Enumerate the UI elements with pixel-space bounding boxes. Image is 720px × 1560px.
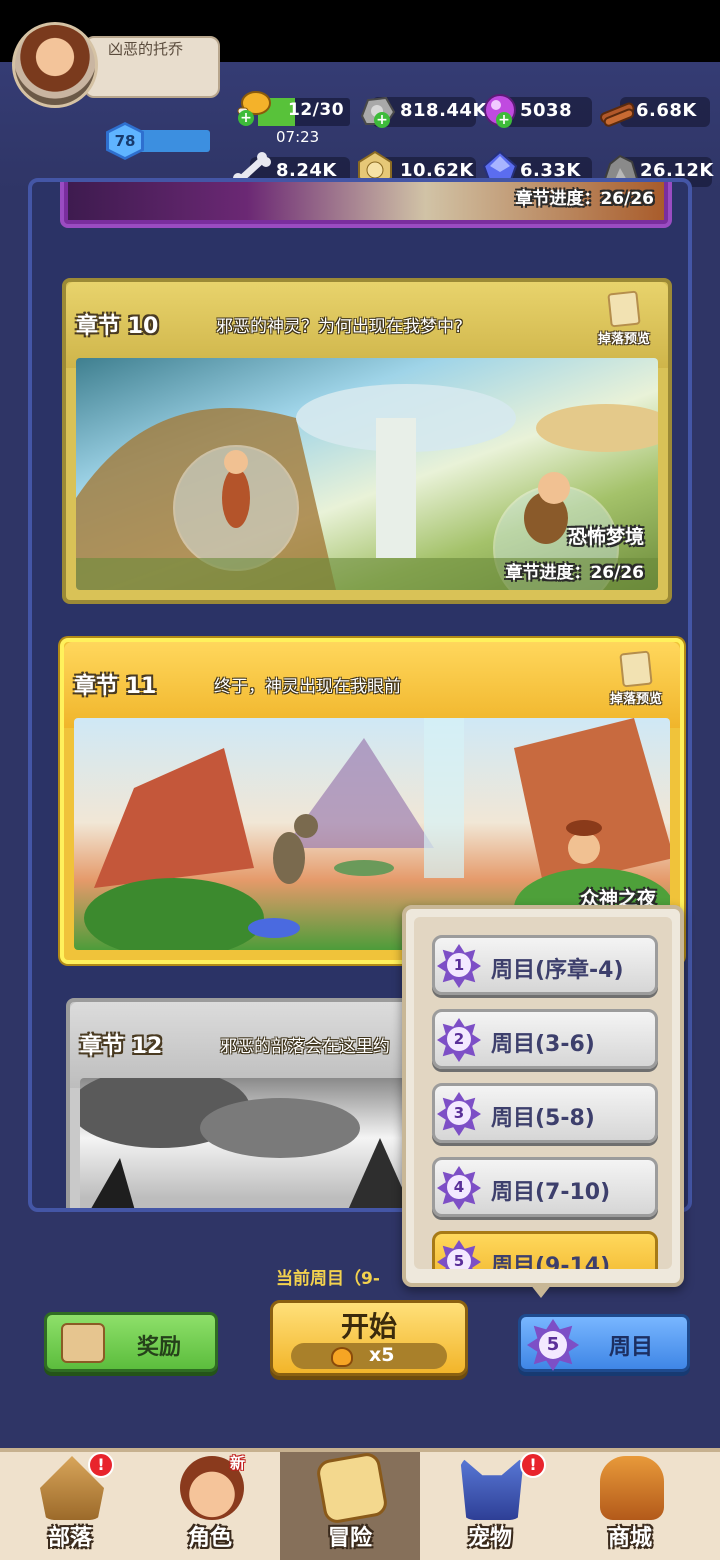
cycle-option-number: 2	[447, 1027, 471, 1051]
nav-label: 宠物	[467, 1526, 512, 1551]
chapter-card-prev[interactable]: 章节进度：26/26	[60, 182, 672, 228]
alert-badge: !	[520, 1452, 546, 1478]
add-stone-icon[interactable]: +	[374, 112, 390, 128]
nav-shop[interactable]: 商城	[560, 1452, 700, 1560]
cycle-dropdown-list[interactable]: 1 周目(序章-4) 2 周目(3-6) 3 周目(5-8) 4 周目(7-10…	[414, 917, 672, 1269]
reward-button[interactable]: 奖励	[44, 1312, 218, 1372]
cycle-option-label: 周目(序章-4)	[491, 958, 624, 983]
meat-icon	[331, 1347, 353, 1367]
wood-icon	[598, 94, 638, 128]
player-avatar[interactable]	[12, 22, 98, 108]
nav-label: 商城	[607, 1526, 652, 1551]
drop-preview-button[interactable]: 掉落预览	[590, 290, 658, 352]
chapter-progress: 章节进度：26/26	[515, 189, 654, 209]
drop-preview-label: 掉落预览	[597, 332, 650, 347]
drop-preview-button[interactable]: 掉落预览	[602, 650, 670, 712]
shop-bag-icon	[600, 1456, 664, 1520]
reward-chest-icon	[61, 1323, 105, 1363]
nav-pet[interactable]: ! 宠物	[420, 1452, 560, 1560]
scroll-icon	[607, 290, 641, 328]
cycle-option-label: 周目(7-10)	[491, 1180, 611, 1205]
nav-label: 冒险	[327, 1526, 372, 1551]
scroll-icon	[619, 650, 653, 688]
chapter-title: 邪恶的神灵？为何出现在我梦中?	[216, 317, 464, 337]
cycle-option-5[interactable]: 5 周目(9-14)	[432, 1231, 658, 1269]
treasure-map-icon	[314, 1450, 390, 1526]
cycle-option-4[interactable]: 4 周目(7-10)	[432, 1157, 658, 1217]
cycle-option-1[interactable]: 1 周目(序章-4)	[432, 935, 658, 995]
cycle-option-number: 3	[447, 1101, 471, 1125]
add-stamina-icon[interactable]: +	[238, 110, 254, 126]
new-badge: 新	[230, 1454, 246, 1472]
chapter-progress: 章节进度：26/26	[505, 563, 644, 583]
stone-value: 818.44K	[400, 100, 487, 121]
cycle-number: 5	[539, 1331, 567, 1359]
cycle-option-number: 1	[447, 953, 471, 977]
start-button[interactable]: 开始 x5	[270, 1300, 468, 1376]
cycle-dropdown: 1 周目(序章-4) 2 周目(3-6) 3 周目(5-8) 4 周目(7-10…	[402, 905, 684, 1287]
add-gem-icon[interactable]: +	[496, 112, 512, 128]
nav-label: 角色	[187, 1526, 232, 1551]
cycle-button-label: 周目	[609, 1335, 654, 1360]
stamina-timer: 07:23	[276, 128, 320, 146]
bottom-nav: ! 部落 新 角色 冒险 ! 宠物 商城	[0, 1448, 720, 1560]
nav-character[interactable]: 新 角色	[140, 1452, 280, 1560]
wood-value: 6.68K	[636, 100, 697, 121]
chapter-title: 邪恶的部落会在这里约	[220, 1037, 390, 1057]
nav-adventure[interactable]: 冒险	[280, 1450, 420, 1560]
nav-label: 部落	[47, 1526, 92, 1551]
chapter-card-10[interactable]: 章节 10 邪恶的神灵？为何出现在我梦中? 掉落预览 恐怖梦境 章节进度：26/…	[62, 278, 672, 604]
cycle-option-label: 周目(9-14)	[491, 1254, 611, 1269]
gems-value: 5038	[520, 100, 573, 121]
cycle-option-number: 5	[447, 1249, 471, 1269]
chapter-number: 章节 11	[74, 674, 157, 699]
drop-preview-label: 掉落预览	[609, 692, 662, 707]
cycle-select-button[interactable]: 5 周目	[518, 1314, 690, 1372]
player-name: 凶恶的托乔	[108, 40, 184, 58]
cycle-option-number: 4	[447, 1175, 471, 1199]
chapter-number: 章节 12	[80, 1034, 163, 1059]
alert-badge: !	[88, 1452, 114, 1478]
current-cycle-label: 当前周目（9-	[276, 1269, 380, 1289]
cycle-option-3[interactable]: 3 周目(5-8)	[432, 1083, 658, 1143]
start-button-label: 开始	[340, 1310, 397, 1343]
cycle-option-label: 周目(3-6)	[491, 1032, 595, 1057]
pet-wolf-icon	[460, 1456, 524, 1520]
xp-bar	[138, 130, 210, 152]
chapter-art-label: 恐怖梦境	[567, 526, 644, 548]
start-cost: x5	[369, 1344, 395, 1366]
dropdown-pointer	[530, 1284, 552, 1298]
cycle-option-label: 周目(5-8)	[491, 1106, 595, 1131]
chapter-number: 章节 10	[76, 314, 159, 339]
cycle-option-2[interactable]: 2 周目(3-6)	[432, 1009, 658, 1069]
reward-button-label: 奖励	[137, 1335, 182, 1360]
chapter-art: 恐怖梦境 章节进度：26/26	[76, 358, 658, 590]
chapter-title: 终于，神灵出现在我眼前	[214, 677, 401, 697]
stamina-value: 12/30	[288, 100, 345, 120]
nav-tribe[interactable]: ! 部落	[0, 1452, 140, 1560]
